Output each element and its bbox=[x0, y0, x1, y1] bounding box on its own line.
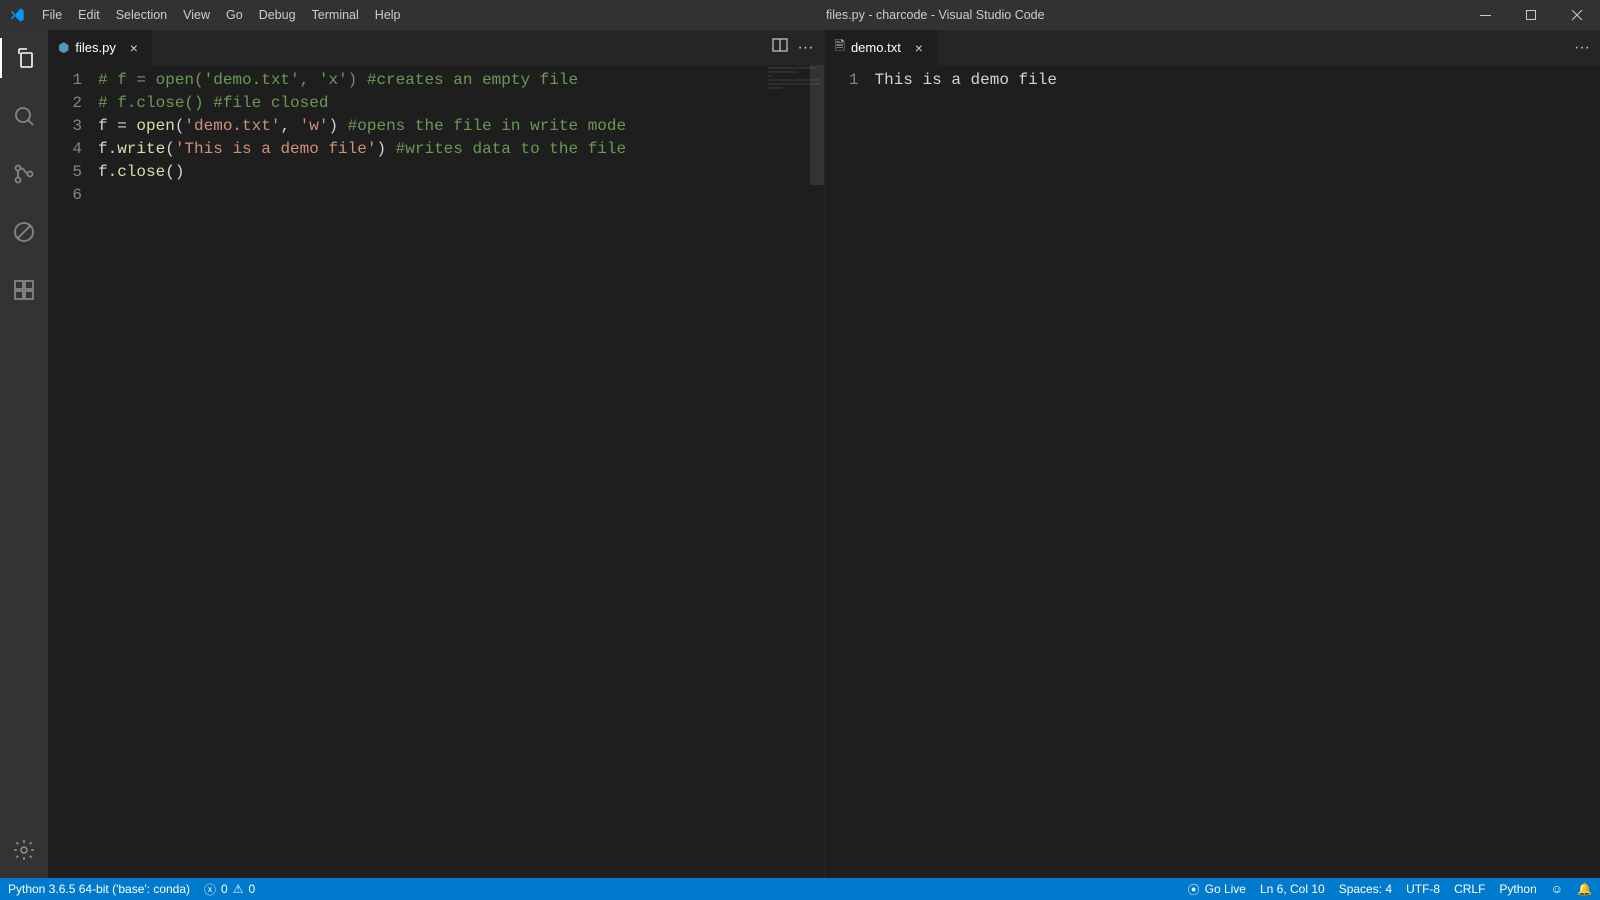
tab-bar-left: ⬢ files.py × ··· bbox=[48, 30, 824, 65]
text-file-icon: 🗎 bbox=[835, 37, 845, 59]
code-editor-left[interactable]: 123456 # f = open('demo.txt', 'x') #crea… bbox=[48, 65, 824, 878]
menu-help[interactable]: Help bbox=[367, 0, 409, 30]
menu-debug[interactable]: Debug bbox=[251, 0, 304, 30]
source-control-icon[interactable] bbox=[0, 154, 48, 194]
status-feedback-icon[interactable]: ☺ bbox=[1551, 882, 1563, 896]
code-content[interactable]: This is a demo file bbox=[875, 69, 1600, 878]
tab-label: demo.txt bbox=[851, 40, 901, 55]
status-go-live[interactable]: ⦿Go Live bbox=[1188, 881, 1246, 898]
menu-bar: FileEditSelectionViewGoDebugTerminalHelp bbox=[34, 0, 409, 30]
maximize-button[interactable] bbox=[1508, 0, 1554, 30]
scroll-thumb[interactable] bbox=[810, 65, 824, 185]
minimize-button[interactable] bbox=[1462, 0, 1508, 30]
activity-bar bbox=[0, 30, 48, 878]
menu-go[interactable]: Go bbox=[218, 0, 251, 30]
window-controls bbox=[1462, 0, 1600, 30]
code-line[interactable]: f = open('demo.txt', 'w') #opens the fil… bbox=[98, 115, 824, 138]
status-indent[interactable]: Spaces: 4 bbox=[1339, 882, 1392, 896]
status-bell-icon[interactable]: 🔔 bbox=[1577, 882, 1592, 896]
menu-selection[interactable]: Selection bbox=[108, 0, 175, 30]
tab-files-py[interactable]: ⬢ files.py × bbox=[48, 30, 153, 65]
menu-edit[interactable]: Edit bbox=[70, 0, 108, 30]
title-bar: FileEditSelectionViewGoDebugTerminalHelp… bbox=[0, 0, 1600, 30]
search-icon[interactable] bbox=[0, 96, 48, 136]
menu-file[interactable]: File bbox=[34, 0, 70, 30]
split-editor-icon[interactable] bbox=[772, 37, 788, 58]
code-line[interactable]: This is a demo file bbox=[875, 69, 1600, 92]
python-file-icon: ⬢ bbox=[58, 40, 69, 56]
window-title: files.py - charcode - Visual Studio Code bbox=[409, 8, 1462, 22]
debug-disabled-icon[interactable] bbox=[0, 212, 48, 252]
broadcast-icon: ⦿ bbox=[1188, 881, 1200, 898]
close-window-button[interactable] bbox=[1554, 0, 1600, 30]
code-editor-right[interactable]: 1 This is a demo file bbox=[825, 65, 1600, 878]
status-python-env[interactable]: Python 3.6.5 64-bit ('base': conda) bbox=[8, 882, 190, 896]
extensions-icon[interactable] bbox=[0, 270, 48, 310]
tab-close-icon[interactable]: × bbox=[911, 40, 927, 56]
explorer-icon[interactable] bbox=[0, 38, 48, 78]
status-eol[interactable]: CRLF bbox=[1454, 882, 1485, 896]
tab-demo-txt[interactable]: 🗎 demo.txt × bbox=[825, 30, 938, 65]
tab-bar-right: 🗎 demo.txt × ··· bbox=[825, 30, 1600, 65]
menu-view[interactable]: View bbox=[175, 0, 218, 30]
tab-label: files.py bbox=[75, 40, 115, 55]
editor-pane-right: 🗎 demo.txt × ··· 1 This is a demo file bbox=[825, 30, 1600, 878]
settings-gear-icon[interactable] bbox=[0, 830, 48, 870]
status-language[interactable]: Python bbox=[1499, 882, 1536, 896]
code-line[interactable]: # f.close() #file closed bbox=[98, 92, 824, 115]
status-encoding[interactable]: UTF-8 bbox=[1406, 882, 1440, 896]
tab-close-icon[interactable]: × bbox=[126, 40, 142, 56]
code-line[interactable]: f.close() bbox=[98, 161, 824, 184]
vscode-logo-icon bbox=[0, 7, 34, 23]
code-line[interactable]: f.write('This is a demo file') #writes d… bbox=[98, 138, 824, 161]
menu-terminal[interactable]: Terminal bbox=[304, 0, 367, 30]
scrollbar[interactable] bbox=[810, 65, 824, 878]
editor-pane-left: ⬢ files.py × ··· 123456 # f = open('demo… bbox=[48, 30, 825, 878]
error-icon: ⓧ bbox=[204, 881, 216, 898]
line-gutter: 123456 bbox=[48, 69, 98, 878]
more-actions-icon[interactable]: ··· bbox=[798, 39, 814, 57]
code-line[interactable]: # f = open('demo.txt', 'x') #creates an … bbox=[98, 69, 824, 92]
warning-icon: ⚠ bbox=[233, 882, 244, 896]
more-actions-icon[interactable]: ··· bbox=[1574, 39, 1590, 57]
code-content[interactable]: # f = open('demo.txt', 'x') #creates an … bbox=[98, 69, 824, 878]
line-gutter: 1 bbox=[825, 69, 875, 878]
status-problems[interactable]: ⓧ0 ⚠0 bbox=[204, 881, 255, 898]
status-bar: Python 3.6.5 64-bit ('base': conda) ⓧ0 ⚠… bbox=[0, 878, 1600, 900]
status-cursor-pos[interactable]: Ln 6, Col 10 bbox=[1260, 882, 1325, 896]
workbench: ⬢ files.py × ··· 123456 # f = open('demo… bbox=[0, 30, 1600, 878]
